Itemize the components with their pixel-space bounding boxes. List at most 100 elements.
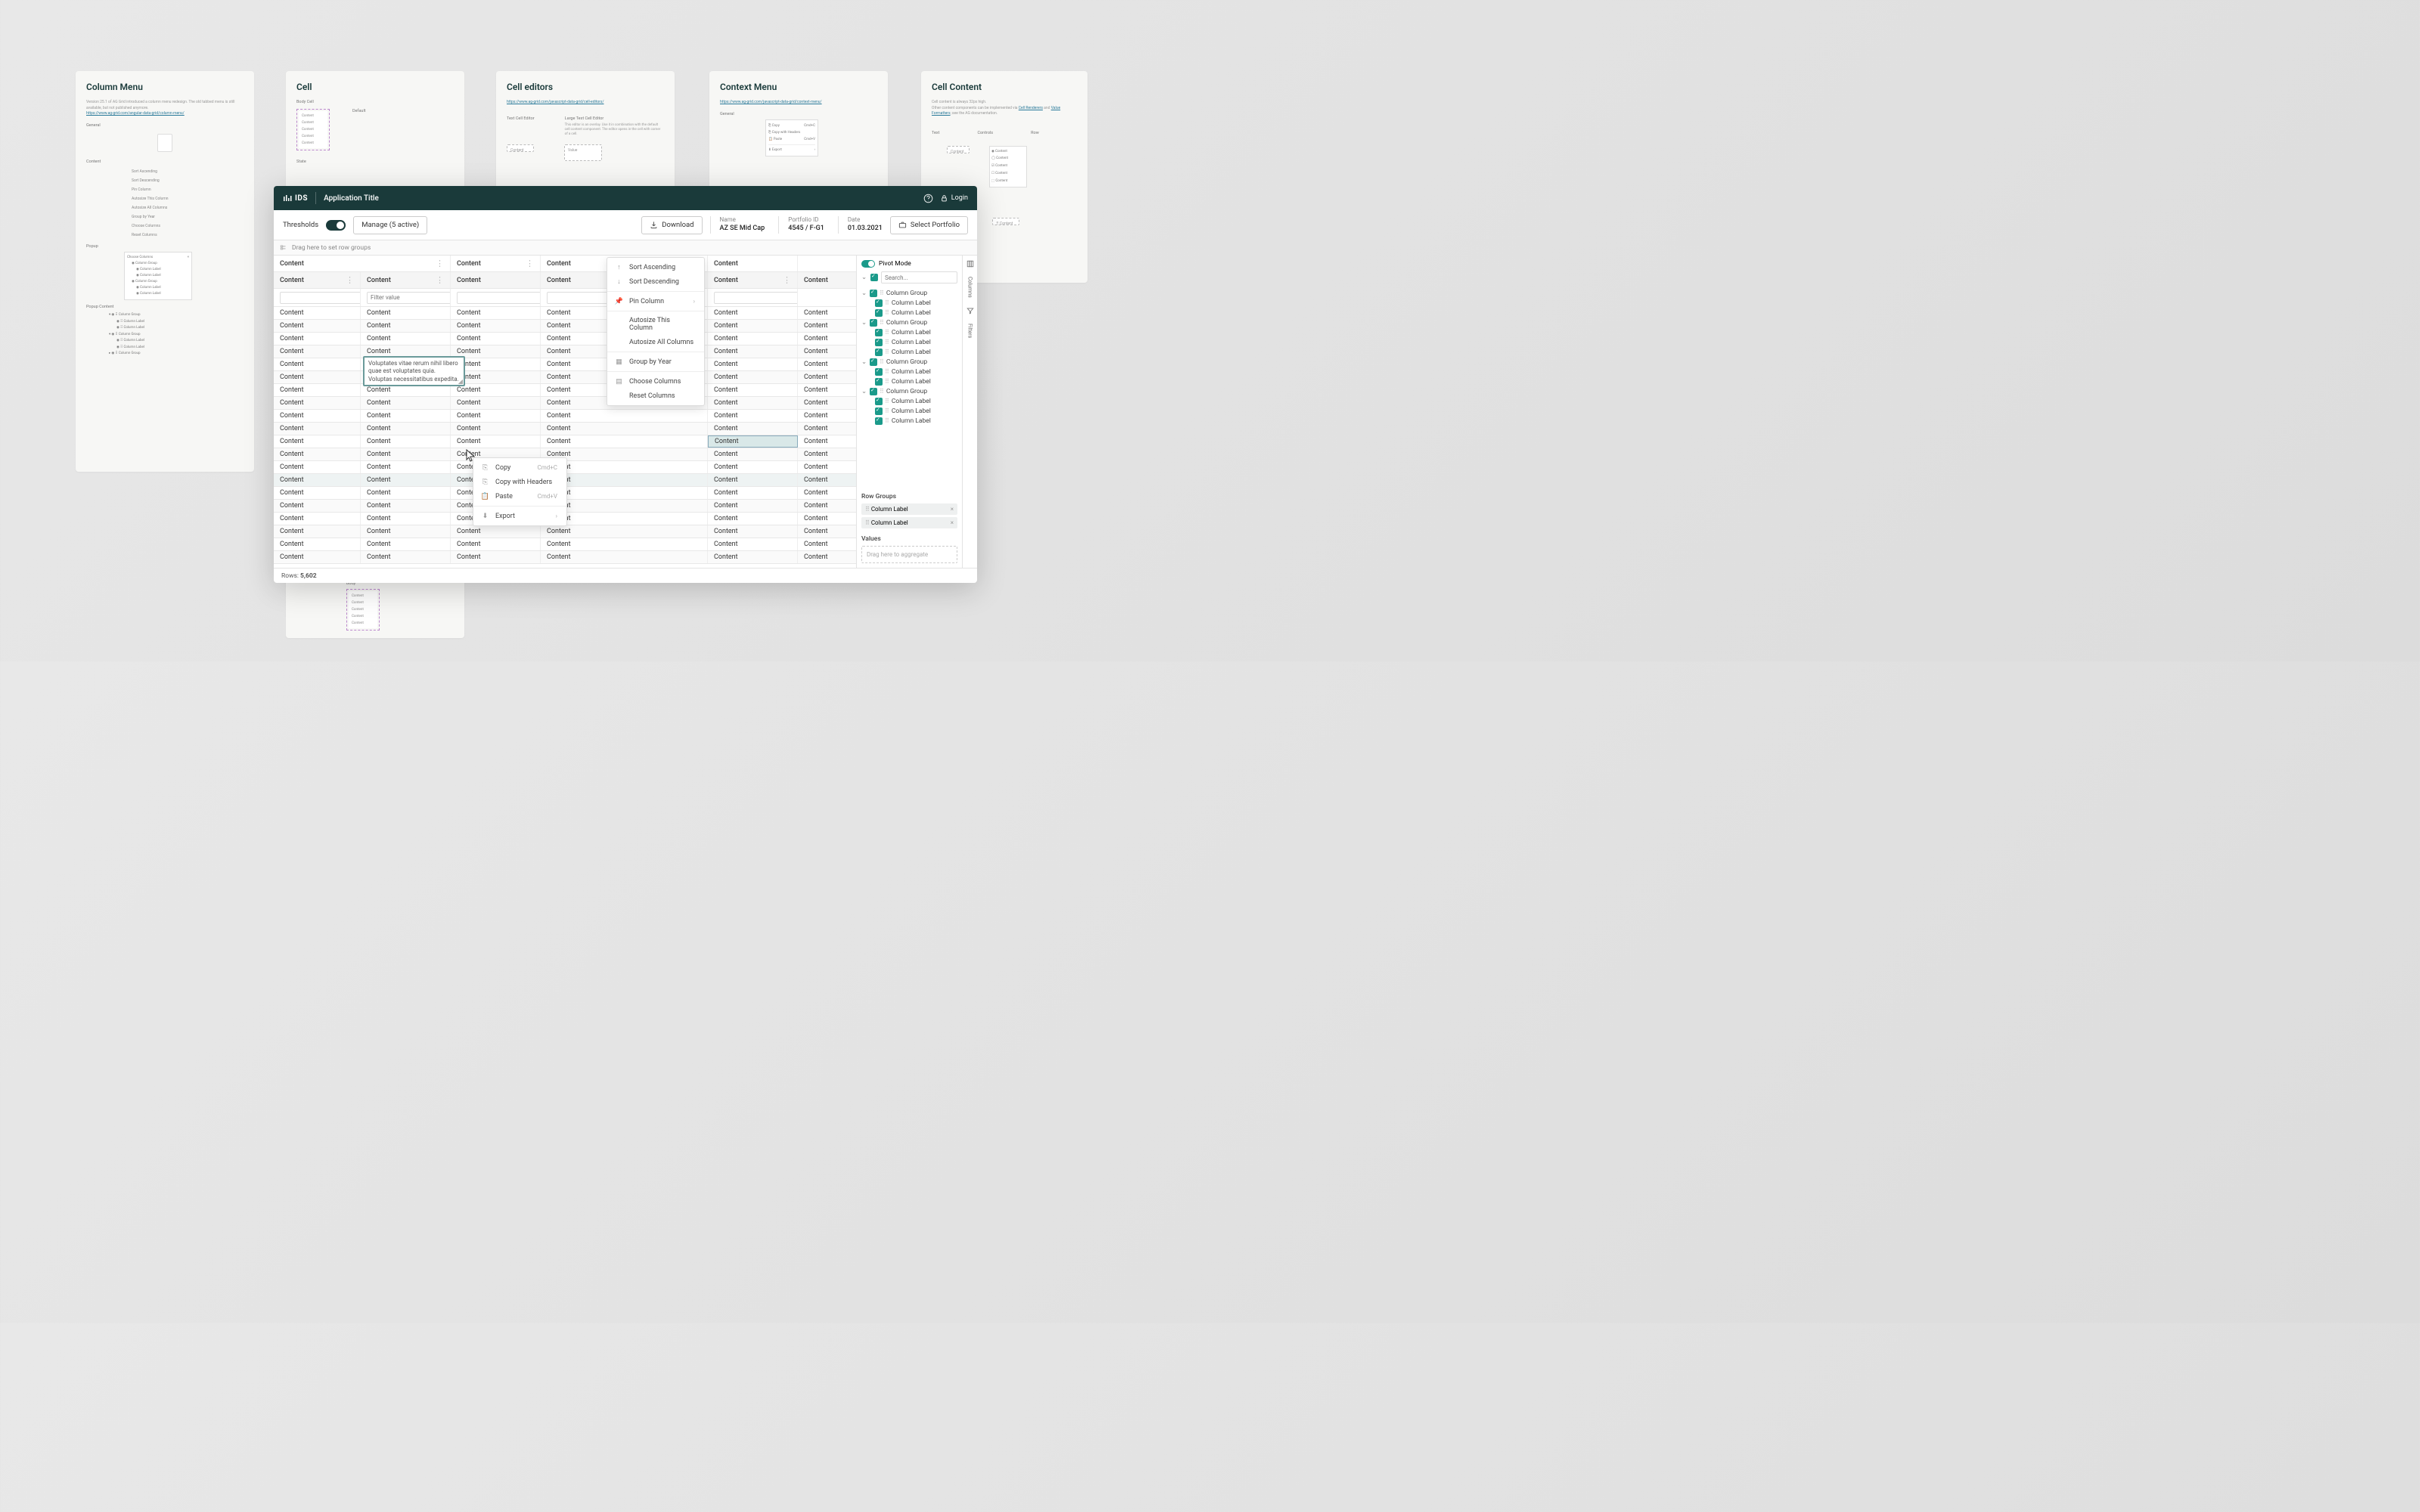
table-cell[interactable]: Content [798, 358, 855, 370]
chevron-down-icon[interactable]: ⌄ [861, 388, 867, 395]
drag-icon[interactable]: ⠿ [885, 309, 889, 316]
menu-autosize-all[interactable]: Autosize All Columns [607, 335, 704, 349]
table-cell[interactable]: Content [361, 307, 451, 319]
table-cell[interactable]: Content [361, 500, 451, 512]
context-copy-headers[interactable]: ⎘Copy with Headers [473, 475, 566, 489]
checkbox[interactable] [870, 290, 877, 297]
drag-icon[interactable]: ⠿ [885, 349, 889, 355]
tree-item[interactable]: ⠿Column Label [861, 367, 957, 376]
drag-icon[interactable]: ⠿ [885, 407, 889, 414]
checkbox[interactable] [870, 388, 877, 395]
table-cell[interactable]: Content [708, 551, 798, 563]
values-dropzone[interactable]: Drag here to aggregate [861, 546, 957, 563]
table-cell[interactable]: Content [451, 397, 541, 409]
drag-icon[interactable]: ⠿ [885, 378, 889, 385]
menu-choose-columns[interactable]: ▤Choose Columns [607, 374, 704, 389]
checkbox[interactable] [875, 299, 883, 307]
tree-item[interactable]: ⠿Column Label [861, 337, 957, 347]
drag-icon[interactable]: ⠿ [885, 299, 889, 306]
table-cell[interactable]: Content [708, 487, 798, 499]
checkbox[interactable] [875, 339, 883, 346]
table-cell[interactable]: Content [361, 435, 451, 448]
table-cell[interactable]: Content [451, 307, 541, 319]
tree-item[interactable]: ⠿Column Label [861, 396, 957, 406]
tree-item[interactable]: ⠿Column Label [861, 327, 957, 337]
table-row[interactable]: ContentContentContentContentContentConte… [274, 410, 856, 423]
table-cell[interactable]: Content [274, 358, 361, 370]
table-cell[interactable]: Content [361, 397, 451, 409]
table-cell[interactable]: Content [708, 371, 798, 383]
subheader-cell[interactable]: Content⋮ [274, 272, 361, 288]
table-row[interactable]: ContentContentContentContentContentConte… [274, 333, 856, 345]
table-cell[interactable]: Content [708, 423, 798, 435]
table-cell[interactable]: Content [708, 358, 798, 370]
context-export[interactable]: ⬇Export› [473, 509, 566, 523]
pivot-toggle[interactable] [861, 260, 875, 268]
table-row[interactable]: ContentContentContentContentContentConte… [274, 371, 856, 384]
context-copy[interactable]: ⎘CopyCmd+C [473, 460, 566, 475]
table-cell[interactable]: Content [361, 487, 451, 499]
table-cell[interactable]: Content [798, 487, 855, 499]
table-row[interactable]: ContentContentContentContentContentConte… [274, 435, 856, 448]
table-cell[interactable]: Content [361, 333, 451, 345]
table-cell[interactable]: Content [708, 500, 798, 512]
checkbox[interactable] [875, 378, 883, 386]
table-cell[interactable]: Content [274, 513, 361, 525]
remove-chip-icon[interactable]: × [951, 506, 954, 513]
table-cell[interactable]: Content [798, 345, 855, 358]
tree-item[interactable]: ⠿Column Label [861, 376, 957, 386]
column-search-input[interactable] [881, 271, 957, 284]
filter-input[interactable] [714, 292, 798, 304]
remove-chip-icon[interactable]: × [951, 519, 954, 526]
table-cell[interactable]: Content [274, 525, 361, 538]
table-cell[interactable]: Content [451, 525, 541, 538]
table-cell[interactable]: Content [708, 448, 798, 460]
table-cell[interactable]: Content [541, 551, 708, 563]
table-cell[interactable]: Content [708, 538, 798, 550]
drag-icon[interactable]: ⠿ [885, 329, 889, 336]
table-cell[interactable]: Content [361, 423, 451, 435]
drag-icon[interactable]: ⠿ [885, 398, 889, 404]
table-row[interactable]: ContentContentContentContentContentConte… [274, 423, 856, 435]
table-cell[interactable]: Content [361, 538, 451, 550]
table-row[interactable]: ContentContentContentContentContentConte… [274, 345, 856, 358]
checkbox[interactable] [875, 407, 883, 415]
table-cell[interactable]: Content [451, 423, 541, 435]
table-cell[interactable]: Content [274, 461, 361, 473]
table-cell[interactable]: Content [708, 397, 798, 409]
table-cell[interactable]: Content [274, 397, 361, 409]
filters-tab-icon[interactable] [966, 307, 974, 314]
tree-group[interactable]: ⌄⠿Column Group [861, 288, 957, 298]
table-cell[interactable]: Content [798, 307, 855, 319]
table-cell[interactable]: Content [798, 500, 855, 512]
filter-input[interactable] [457, 292, 541, 304]
header-cell[interactable] [798, 256, 855, 271]
table-cell[interactable]: Content [708, 525, 798, 538]
table-cell[interactable]: Content [361, 448, 451, 460]
table-cell[interactable]: Content [274, 435, 361, 448]
table-cell[interactable]: Content [798, 551, 855, 563]
menu-sort-desc[interactable]: ↓Sort Descending [607, 274, 704, 289]
checkbox[interactable] [875, 368, 883, 376]
table-cell[interactable]: Content [274, 320, 361, 332]
table-cell[interactable]: Content [541, 525, 708, 538]
table-cell[interactable]: Content [708, 474, 798, 486]
table-cell[interactable]: Content [708, 410, 798, 422]
subheader-cell[interactable]: Content⋮ [708, 272, 798, 288]
context-paste[interactable]: 📋PasteCmd+V [473, 489, 566, 503]
checkbox[interactable] [875, 329, 883, 336]
table-row[interactable]: ContentContentContentContentContentConte… [274, 551, 856, 564]
checkbox[interactable] [870, 358, 877, 366]
chevron-down-icon[interactable]: ⌄ [861, 319, 867, 327]
table-cell[interactable]: Content [451, 551, 541, 563]
login-button[interactable]: Login [940, 194, 968, 203]
table-cell[interactable]: Content [451, 410, 541, 422]
table-cell[interactable]: Content [798, 525, 855, 538]
table-cell[interactable]: Content [451, 538, 541, 550]
table-cell[interactable]: Content [541, 423, 708, 435]
table-cell[interactable]: Content [798, 538, 855, 550]
table-cell[interactable]: Content [798, 448, 855, 460]
select-all-checkbox[interactable]: ✓ [870, 274, 878, 281]
table-cell[interactable]: Content [274, 371, 361, 383]
drag-icon[interactable]: ⠿ [880, 319, 884, 326]
